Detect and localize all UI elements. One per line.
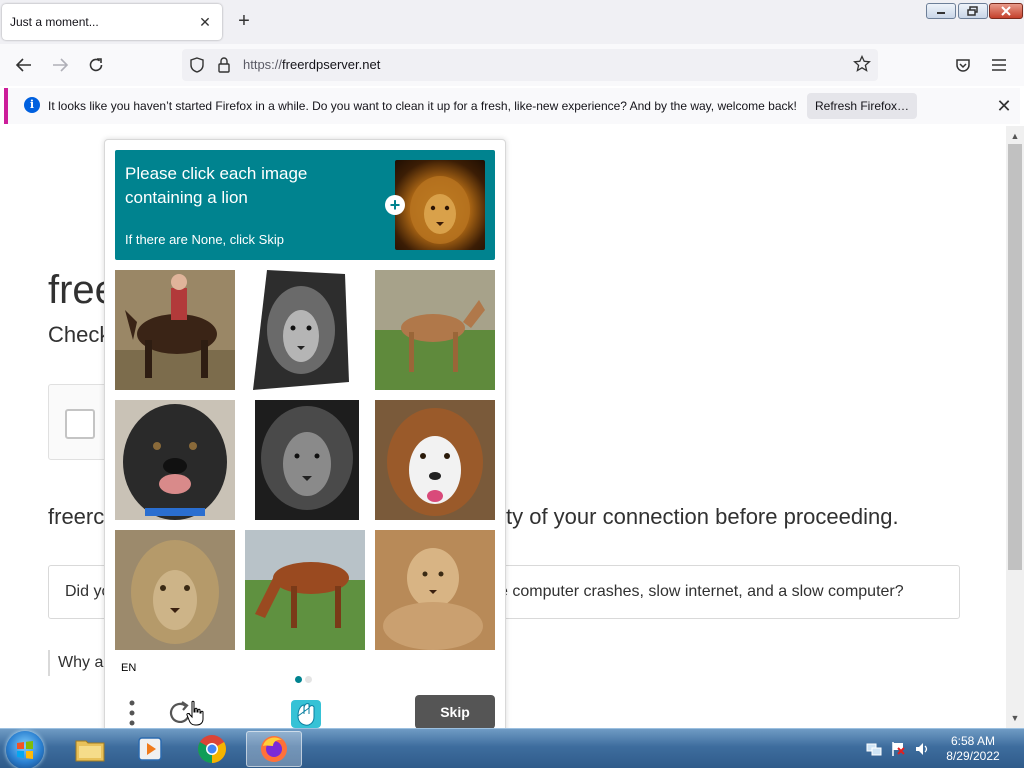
hand-pointer-icon (186, 700, 206, 726)
tile-1[interactable] (115, 270, 235, 390)
restore-window-button[interactable] (958, 3, 988, 19)
chrome-icon[interactable] (184, 731, 240, 767)
clock-time: 6:58 AM (950, 734, 996, 748)
image-grid (115, 270, 495, 650)
network-tray-icon[interactable] (866, 741, 882, 757)
close-window-button[interactable] (989, 3, 1023, 19)
verify-checkbox[interactable] (65, 409, 95, 439)
refresh-firefox-notification: i It looks like you haven’t started Fire… (4, 88, 1020, 124)
clock[interactable]: 6:58 AM 8/29/2022 (936, 734, 1010, 764)
tracking-shield-icon[interactable] (188, 56, 206, 79)
media-player-icon[interactable] (122, 731, 178, 767)
challenge-hint: If there are None, click Skip (125, 232, 284, 247)
tab-title: Just a moment... (10, 15, 99, 29)
file-explorer-icon[interactable] (62, 731, 118, 767)
tile-2[interactable] (245, 270, 365, 390)
hamburger-menu-icon[interactable] (988, 54, 1010, 76)
more-options-kebab-icon[interactable] (127, 698, 137, 728)
minimize-icon (937, 12, 945, 14)
notification-message: It looks like you haven’t started Firefo… (48, 99, 797, 113)
page-subheading: Check (48, 322, 111, 347)
hcaptcha-logo-icon[interactable] (289, 696, 323, 730)
tile-4[interactable] (115, 400, 235, 520)
expand-example-plus-icon[interactable]: + (385, 195, 405, 215)
challenge-header: Please click each image containing a lio… (115, 150, 495, 260)
clock-date: 8/29/2022 (946, 749, 1000, 763)
scrollbar-thumb[interactable] (1008, 144, 1022, 570)
example-lion-image (395, 160, 485, 250)
security-check-text-end: ty of your connection before proceeding. (506, 504, 899, 529)
firefox-icon[interactable] (246, 731, 302, 767)
info-icon: i (24, 97, 40, 113)
address-bar[interactable]: https://freerdpserver.net (182, 49, 878, 81)
skip-button[interactable]: Skip (415, 695, 495, 729)
vertical-scrollbar[interactable]: ▲ ▼ (1006, 126, 1024, 728)
back-arrow-icon[interactable] (13, 54, 35, 76)
tab-strip: Just a moment... ✕ + (0, 0, 1024, 44)
close-tab-icon[interactable]: ✕ (198, 15, 212, 29)
close-window-icon (1001, 6, 1011, 16)
minimize-window-button[interactable] (926, 3, 956, 19)
tile-3[interactable] (375, 270, 495, 390)
page-indicator (295, 670, 315, 688)
ad-text-end: e computer crashes, slow internet, and a… (499, 583, 904, 600)
page-dot-active (295, 676, 302, 683)
url-scheme: https:// (243, 57, 283, 72)
scroll-down-arrow-icon[interactable]: ▼ (1006, 710, 1024, 726)
forward-arrow-icon[interactable] (49, 54, 71, 76)
padlock-icon[interactable] (216, 56, 232, 79)
security-check-text-start: freerc (48, 504, 105, 529)
windows-start-icon[interactable] (6, 731, 44, 768)
tile-5[interactable] (245, 400, 365, 520)
close-notification-icon[interactable]: ✕ (994, 96, 1014, 116)
taskbar: 6:58 AM 8/29/2022 (0, 728, 1024, 768)
tab-just-a-moment[interactable]: Just a moment... ✕ (2, 4, 222, 40)
tile-9[interactable] (375, 530, 495, 650)
page-dot (305, 676, 312, 683)
tile-8[interactable] (245, 530, 365, 650)
reload-icon[interactable] (85, 54, 107, 76)
pocket-icon[interactable] (952, 54, 974, 76)
bookmark-star-icon[interactable] (853, 54, 871, 78)
url-host: freerdpserver.net (282, 57, 381, 72)
action-center-flag-icon[interactable] (890, 741, 906, 757)
hcaptcha-challenge: Please click each image containing a lio… (104, 139, 506, 739)
tile-7[interactable] (115, 530, 235, 650)
tile-6[interactable] (375, 400, 495, 520)
why-link[interactable]: Why a (48, 650, 103, 676)
url-text[interactable]: https://freerdpserver.net (243, 57, 380, 72)
challenge-prompt: Please click each image containing a lio… (125, 164, 308, 207)
volume-speaker-icon[interactable] (914, 741, 930, 757)
new-tab-plus-icon[interactable]: + (234, 11, 254, 31)
restore-icon (967, 6, 978, 16)
language-selector[interactable]: EN (121, 662, 136, 674)
refresh-firefox-button[interactable]: Refresh Firefox… (807, 93, 917, 119)
scroll-up-arrow-icon[interactable]: ▲ (1006, 128, 1024, 144)
